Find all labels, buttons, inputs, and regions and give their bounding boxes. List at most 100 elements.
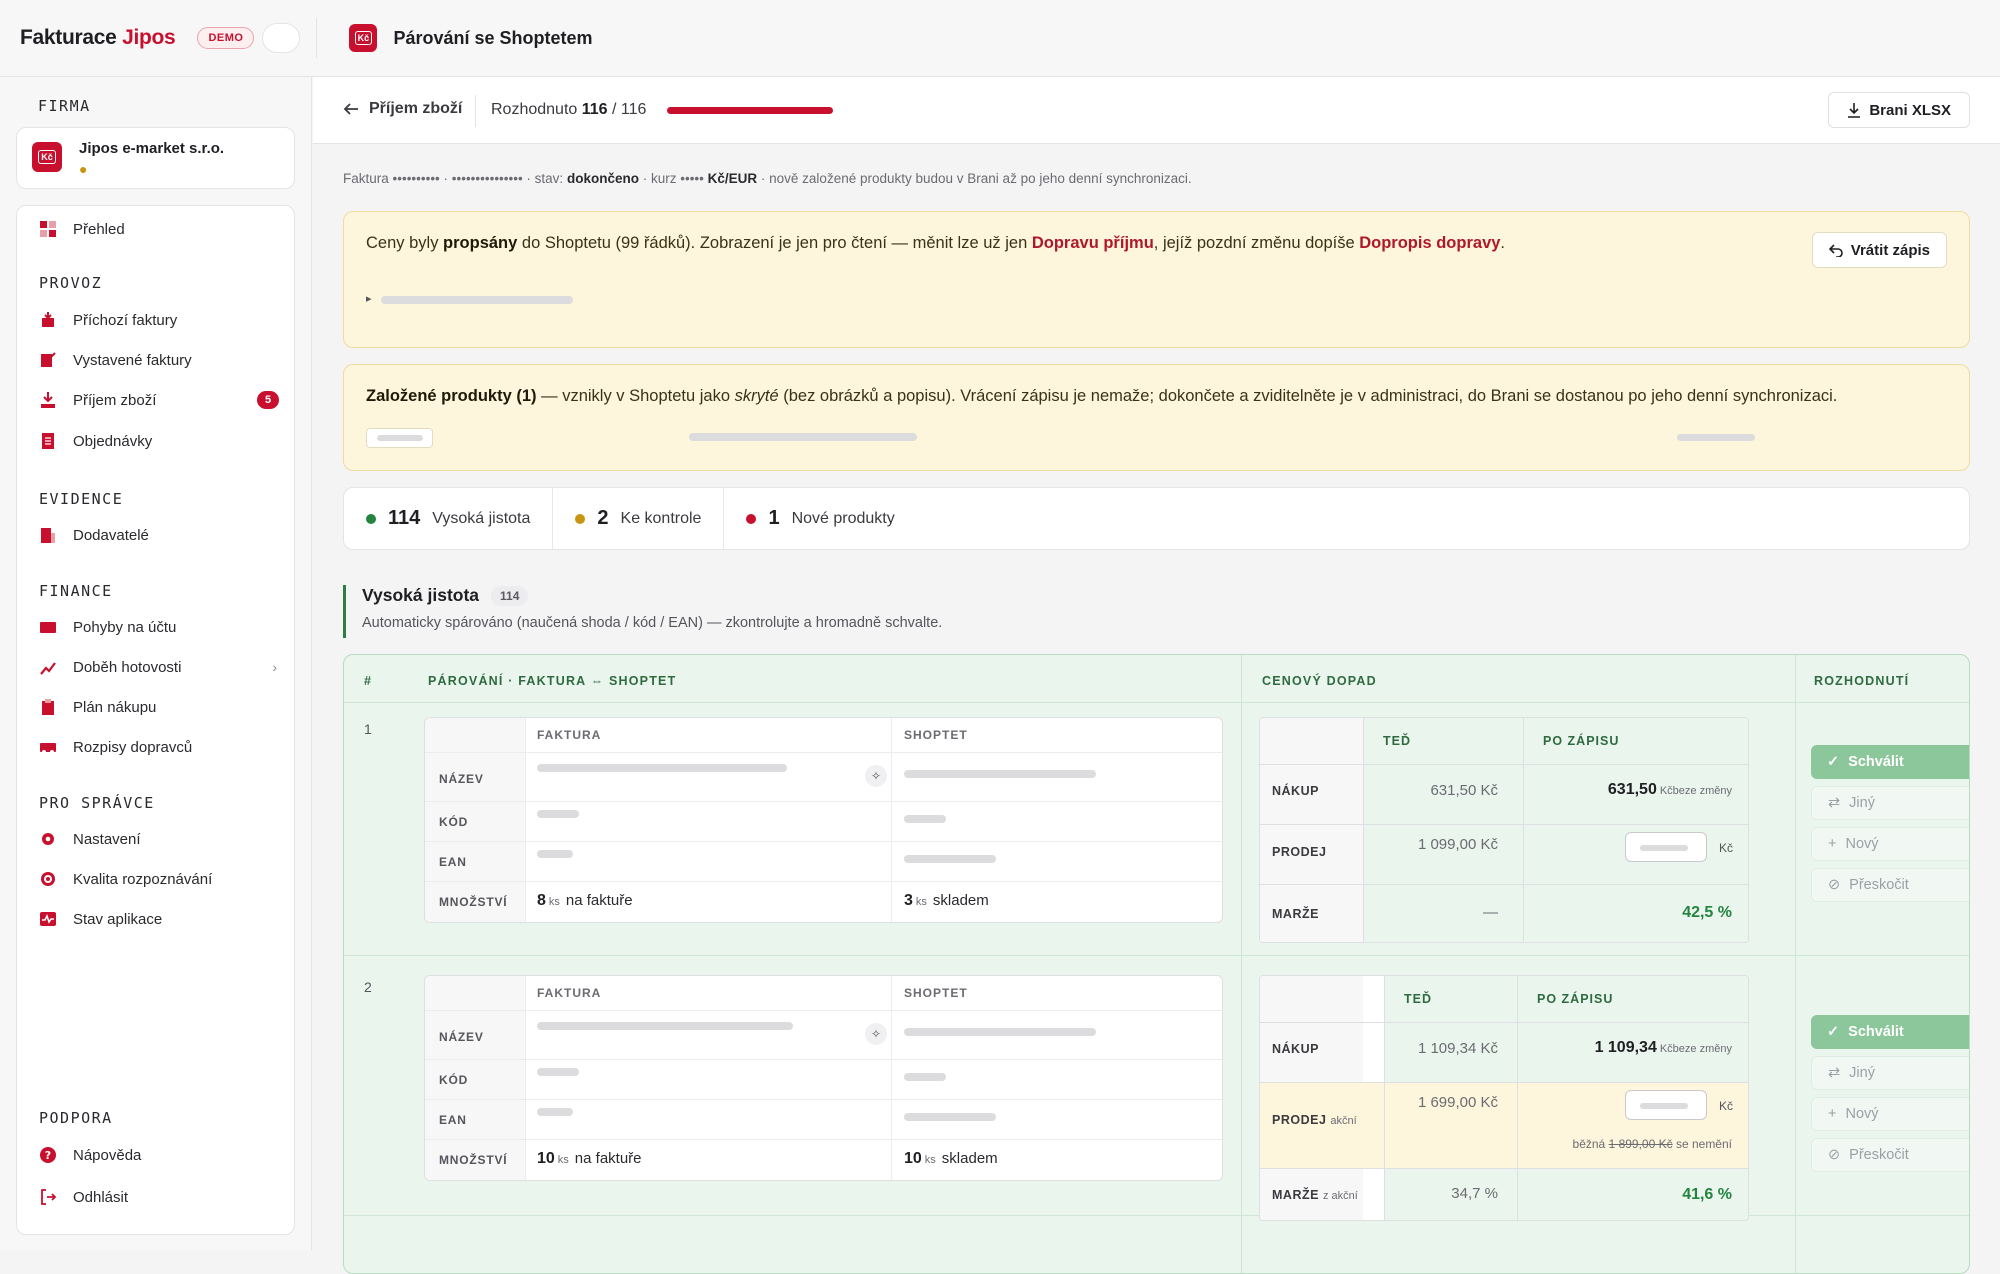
label-ean: EAN	[439, 1113, 467, 1127]
export-xlsx-button[interactable]: Brani XLSX	[1828, 92, 1970, 128]
swap-icon: ⇄	[1828, 795, 1841, 811]
placeholder-bar	[537, 850, 573, 858]
skip-button[interactable]: ⊘ Přeskočit	[1811, 868, 1969, 902]
sidebar-item-plan-nakupu[interactable]: Plán nákupu	[39, 698, 289, 716]
prodej-price-input[interactable]	[1625, 832, 1707, 862]
sub-toolbar: Příjem zboží Rozhodnuto 116 / 116 Brani …	[313, 77, 2000, 144]
undo-icon	[1828, 244, 1843, 257]
pairing-table: # PÁROVÁNÍ · FAKTURA ⇔ SHOPTET CENOVÝ DO…	[343, 654, 1970, 1274]
decided-counter: Rozhodnuto 116 / 116	[491, 101, 647, 118]
section-firma: FIRMA	[38, 97, 91, 115]
sidebar-item-nastaveni[interactable]: Nastavení	[39, 830, 289, 848]
label-ean: EAN	[439, 855, 467, 869]
main-content: Příjem zboží Rozhodnuto 116 / 116 Brani …	[313, 77, 2000, 1274]
plus-icon: +	[1828, 836, 1837, 852]
sidebar-item-vystavene-faktury[interactable]: Vystavené faktury	[39, 351, 289, 369]
document-list-icon	[39, 432, 57, 450]
svg-text:?: ?	[45, 1149, 51, 1162]
sidebar-item-dodavatele[interactable]: Dodavatelé	[39, 526, 289, 544]
clipboard-icon	[39, 698, 57, 716]
placeholder-bar	[904, 1028, 1096, 1036]
label-mnozstvi: MNOŽSTVÍ	[439, 895, 508, 909]
invoice-meta: Faktura •••••••••• · ••••••••••••••• · s…	[343, 171, 1192, 186]
placeholder-bar	[537, 810, 579, 818]
placeholder-bar	[904, 1113, 996, 1121]
other-match-button[interactable]: ⇄ Jiný	[1811, 786, 1969, 820]
section-evidence: EVIDENCE	[39, 490, 124, 508]
firm-switcher[interactable]: Kč Jipos e-market s.r.o. ●	[16, 127, 295, 189]
sidebar-item-rozpisy[interactable]: Rozpisy dopravců	[39, 738, 289, 756]
sidebar-item-odhlasit[interactable]: Odhlásit	[39, 1188, 289, 1206]
download-icon	[39, 391, 57, 409]
undo-write-button[interactable]: Vrátit zápis	[1811, 232, 1947, 268]
group-title: Vysoká jistota	[362, 585, 480, 605]
placeholder-bar	[904, 855, 996, 863]
sidebar-item-objednavky[interactable]: Objednávky	[39, 432, 289, 450]
theme-toggle[interactable]	[262, 23, 301, 53]
invoice-quantity: 10 ks na faktuře	[537, 1150, 642, 1167]
section-podpora: PODPORA	[39, 1109, 113, 1127]
other-match-button[interactable]: ⇄ Jiný	[1811, 1056, 1969, 1090]
swap-icon: ⇄	[1828, 1065, 1841, 1081]
download-icon	[1848, 102, 1861, 118]
col-header-pairing: PÁROVÁNÍ · FAKTURA ⇔ SHOPTET	[428, 674, 677, 688]
placeholder-bar	[1677, 434, 1755, 441]
progress-bar	[667, 107, 833, 114]
placeholder-bar	[537, 1068, 579, 1076]
sidebar-item-prichozi-faktury[interactable]: Příchozí faktury	[39, 311, 289, 329]
price-impact-card: TEĎ PO ZÁPISU NÁKUP 631,50 Kč 631,50 Kčbe…	[1259, 717, 1749, 943]
nakup-now: 631,50 Kč	[1430, 782, 1498, 799]
label-prodej: PRODEJ akční	[1272, 1113, 1357, 1127]
header-po-zapisu: PO ZÁPISU	[1543, 734, 1620, 748]
label-nakup: NÁKUP	[1272, 784, 1319, 798]
col-header-price: CENOVÝ DOPAD	[1262, 674, 1377, 688]
back-link[interactable]: Příjem zboží	[343, 100, 462, 118]
approve-button[interactable]: ✓ Schválit	[1811, 1015, 1969, 1049]
firm-name: Jipos e-market s.r.o.	[79, 140, 225, 157]
invoice-quantity: 8 ks na faktuře	[537, 892, 633, 909]
placeholder-bar	[537, 1022, 793, 1030]
sidebar-item-dobeh[interactable]: Doběh hotovosti ›	[39, 658, 289, 676]
placeholder-bar	[537, 764, 787, 772]
prodej-price-input[interactable]	[1625, 1090, 1707, 1120]
nakup-now: 1 109,34 Kč	[1417, 1040, 1498, 1057]
sidebar-item-pohyby[interactable]: Pohyby na účtu	[39, 618, 289, 636]
group-subtitle: Automaticky spárováno (naučená shoda / k…	[362, 615, 943, 631]
label-marze: MARŽE z akční	[1272, 1188, 1358, 1202]
ban-icon: ⊘	[1828, 1147, 1841, 1163]
stat-to-check[interactable]: 2 Ke kontrole	[553, 488, 725, 549]
stat-new-products[interactable]: 1 Nové produkty	[724, 488, 916, 549]
sidebar-item-prehled[interactable]: Přehled	[39, 220, 289, 238]
header-ted: TEĎ	[1404, 992, 1432, 1006]
regular-price-note: běžná 1 899,00 Kč se nemění	[1572, 1137, 1732, 1151]
sidebar-item-napoveda[interactable]: ? Nápověda	[39, 1146, 289, 1164]
skip-button[interactable]: ⊘ Přeskočit	[1811, 1138, 1969, 1172]
check-icon: ✓	[1827, 1024, 1840, 1040]
new-product-button[interactable]: + Nový	[1811, 827, 1969, 861]
product-chip[interactable]	[366, 428, 433, 448]
faktura-header: FAKTURA	[537, 728, 602, 742]
label-nazev: NÁZEV	[439, 772, 484, 786]
sidebar-item-stav-aplikace[interactable]: Stav aplikace	[39, 910, 289, 928]
target-icon	[39, 870, 57, 888]
col-header-decision: ROZHODNUTÍ	[1814, 674, 1910, 688]
approve-button[interactable]: ✓ Schválit	[1811, 745, 1969, 779]
new-product-button[interactable]: + Nový	[1811, 1097, 1969, 1131]
app-brand[interactable]: Fakturace Jipos	[20, 26, 176, 50]
col-header-num: #	[364, 674, 373, 688]
prijem-count-badge: 5	[257, 391, 279, 409]
sidebar-item-prijem-zbozi[interactable]: Příjem zboží 5	[39, 391, 289, 409]
row-number: 1	[364, 721, 372, 737]
placeholder-bar	[689, 433, 917, 441]
sparkle-icon[interactable]: ✧	[865, 1023, 887, 1045]
section-provoz: PROVOZ	[39, 274, 103, 292]
stock-quantity: 10 ks skladem	[904, 1150, 998, 1167]
check-icon: ✓	[1827, 754, 1840, 770]
stat-high-confidence[interactable]: 114 Vysoká jistota	[344, 488, 554, 549]
chart-line-icon	[39, 658, 57, 676]
label-mnozstvi: MNOŽSTVÍ	[439, 1153, 508, 1167]
sidebar-item-kvalita[interactable]: Kvalita rozpoznávání	[39, 870, 289, 888]
disclosure-toggle[interactable]: ▸	[366, 292, 372, 305]
ban-icon: ⊘	[1828, 877, 1841, 893]
sparkle-icon[interactable]: ✧	[865, 765, 887, 787]
